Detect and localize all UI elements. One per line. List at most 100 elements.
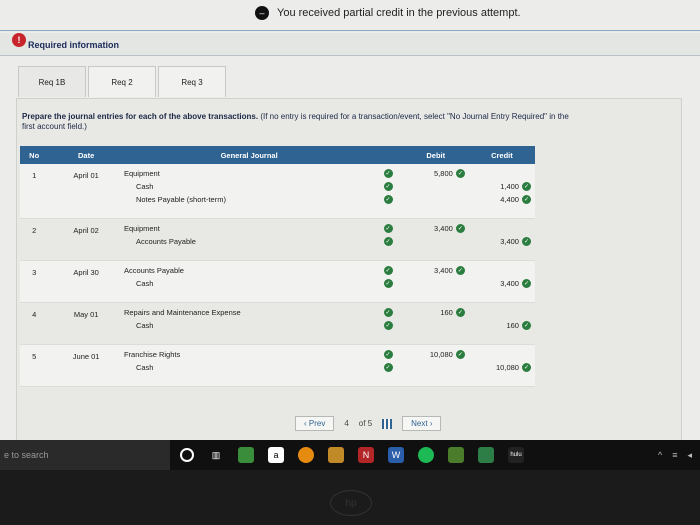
check-icon: ✓: [455, 169, 465, 178]
debit-column: 10,080 ✓: [403, 348, 469, 374]
credit-field[interactable]: 4,400 ✓: [469, 193, 535, 206]
chevron-up-icon[interactable]: ^: [658, 450, 662, 461]
credit-field[interactable]: 10,080 ✓: [469, 361, 535, 374]
prev-button[interactable]: ‹ Prev: [295, 416, 335, 431]
header-general-journal: General Journal: [220, 150, 278, 160]
excel-icon[interactable]: [478, 447, 494, 463]
tab-req-3[interactable]: Req 3: [158, 66, 226, 97]
debit-field[interactable]: [403, 361, 469, 374]
debit-field[interactable]: 10,080 ✓: [403, 348, 469, 361]
account-field[interactable]: Cash: [124, 277, 374, 290]
prev-label: Prev: [308, 419, 326, 428]
debit-value: 3,400: [434, 224, 453, 233]
debit-field[interactable]: 160 ✓: [403, 306, 469, 319]
tab-req-2[interactable]: Req 2: [88, 66, 156, 97]
check-icon: ✓: [383, 224, 393, 233]
credit-field[interactable]: [469, 348, 535, 361]
credit-value: 1,400: [500, 182, 519, 191]
credit-field[interactable]: [469, 222, 535, 235]
table-row: 2 April 02 Equipment Accounts Payable ✓ ✓ 3,40…: [20, 219, 535, 261]
row-date[interactable]: April 02: [48, 222, 124, 248]
check-icon: ✓: [383, 182, 393, 191]
taskbar-icons: ▥ a N W hulu: [180, 447, 524, 463]
credit-field[interactable]: [469, 264, 535, 277]
check-icon: ✓: [455, 308, 465, 317]
debit-field[interactable]: 5,800 ✓: [403, 167, 469, 180]
credit-column: 3,400 ✓: [469, 264, 535, 290]
debit-field[interactable]: [403, 319, 469, 332]
network-icon[interactable]: ≡: [672, 450, 677, 461]
credit-field[interactable]: [469, 167, 535, 180]
volume-icon[interactable]: ◂: [687, 450, 692, 461]
account-lines: Equipment Accounts Payable: [124, 222, 374, 248]
chrome-like-icon[interactable]: [298, 447, 314, 463]
account-field[interactable]: Accounts Payable: [124, 264, 374, 277]
debit-field[interactable]: [403, 235, 469, 248]
check-icon: ✓: [383, 266, 393, 275]
check-icon: ✓: [383, 350, 393, 359]
account-checks: ✓ ✓: [374, 222, 402, 248]
account-field[interactable]: Notes Payable (short-term): [124, 193, 374, 206]
word-icon[interactable]: W: [388, 447, 404, 463]
amazon-icon[interactable]: a: [268, 447, 284, 463]
row-date[interactable]: April 30: [48, 264, 124, 290]
header-no: No: [29, 150, 40, 160]
account-field[interactable]: Cash: [124, 361, 374, 374]
credit-column: 3,400 ✓: [469, 222, 535, 248]
store-icon[interactable]: [328, 447, 344, 463]
onenote-icon[interactable]: N: [358, 447, 374, 463]
account-lines: Equipment Cash Notes Payable (short-term): [124, 167, 374, 206]
row-date[interactable]: April 01: [48, 167, 124, 206]
account-field[interactable]: Franchise Rights: [124, 348, 374, 361]
cortana-icon[interactable]: [180, 448, 194, 462]
debit-value: 5,800: [434, 169, 453, 178]
account-checks: ✓ ✓: [374, 348, 402, 374]
credit-field[interactable]: 1,400 ✓: [469, 180, 535, 193]
grid-icon[interactable]: [382, 418, 393, 429]
debit-field[interactable]: 3,400 ✓: [403, 264, 469, 277]
credit-field[interactable]: 3,400 ✓: [469, 277, 535, 290]
account-field[interactable]: Accounts Payable: [124, 235, 374, 248]
table-header: No Date General Journal Debit Credit: [20, 146, 535, 164]
account-field[interactable]: Cash: [124, 180, 374, 193]
pagination: ‹ Prev 4 of 5 Next ›: [295, 416, 442, 431]
credit-field[interactable]: 160 ✓: [469, 319, 535, 332]
row-date[interactable]: June 01: [48, 348, 124, 374]
row-number: 4: [32, 310, 37, 319]
app-icon-green[interactable]: [238, 447, 254, 463]
table-row: 4 May 01 Repairs and Maintenance Expense Ca…: [20, 303, 535, 345]
account-lines: Accounts Payable Cash: [124, 264, 374, 290]
check-icon: ✓: [521, 237, 531, 246]
spotify-icon[interactable]: [418, 447, 434, 463]
credit-field[interactable]: [469, 306, 535, 319]
debit-field[interactable]: [403, 180, 469, 193]
account-checks: ✓ ✓: [374, 306, 402, 332]
debit-field[interactable]: 3,400 ✓: [403, 222, 469, 235]
required-info-bar[interactable]: ! Required information: [0, 33, 700, 56]
debit-column: 5,800 ✓: [403, 167, 469, 206]
debit-field[interactable]: [403, 277, 469, 290]
account-field[interactable]: Repairs and Maintenance Expense: [124, 306, 374, 319]
taskbar-search[interactable]: e to search: [0, 440, 170, 470]
account-lines: Repairs and Maintenance Expense Cash: [124, 306, 374, 332]
system-tray: ^ ≡ ◂: [658, 450, 700, 461]
tab-req-1b[interactable]: Req 1B: [18, 66, 86, 97]
check-icon: ✓: [383, 363, 393, 372]
debit-field[interactable]: [403, 193, 469, 206]
credit-value: 4,400: [500, 195, 519, 204]
account-field[interactable]: Equipment: [124, 222, 374, 235]
row-date[interactable]: May 01: [48, 306, 124, 332]
credit-field[interactable]: 3,400 ✓: [469, 235, 535, 248]
account-field[interactable]: Equipment: [124, 167, 374, 180]
instructions: Prepare the journal entries for each of …: [22, 112, 582, 132]
task-view-icon[interactable]: ▥: [208, 447, 224, 463]
hulu-icon[interactable]: hulu: [508, 447, 524, 463]
account-field[interactable]: Cash: [124, 319, 374, 332]
info-icon: –: [255, 6, 269, 20]
check-icon: ✓: [383, 321, 393, 330]
header-debit: Debit: [426, 150, 446, 160]
next-button[interactable]: Next ›: [402, 416, 442, 431]
app-icon-lime[interactable]: [448, 447, 464, 463]
check-icon: ✓: [383, 279, 393, 288]
credit-column: 10,080 ✓: [469, 348, 535, 374]
